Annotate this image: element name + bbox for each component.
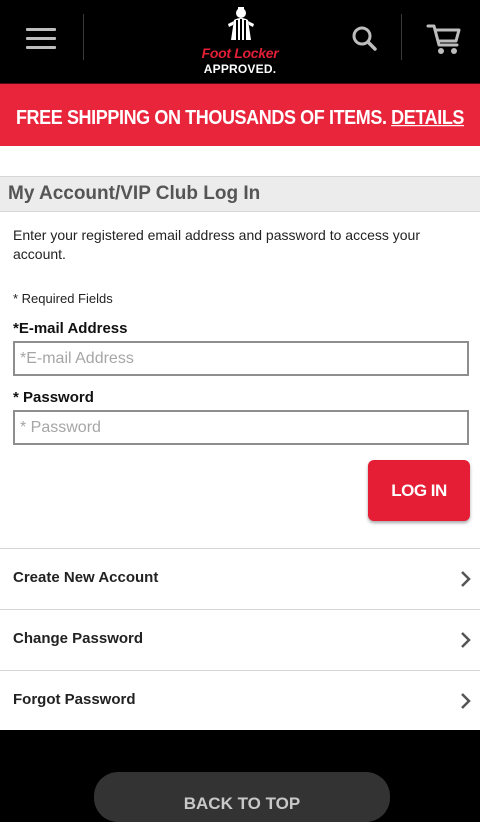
chevron-right-icon bbox=[461, 693, 471, 709]
back-to-top-button[interactable]: BACK TO TOP bbox=[94, 772, 390, 822]
logo-brand-text: Foot Locker bbox=[201, 45, 279, 61]
promo-details-link[interactable]: DETAILS bbox=[391, 106, 464, 129]
promo-text: FREE SHIPPING ON THOUSANDS OF ITEMS. bbox=[15, 105, 392, 129]
required-fields-note: * Required Fields bbox=[13, 291, 113, 306]
chevron-right-icon bbox=[461, 632, 471, 648]
password-field[interactable] bbox=[13, 410, 469, 445]
hamburger-menu-icon[interactable] bbox=[18, 18, 64, 58]
page-title: My Account/VIP Club Log In bbox=[0, 176, 480, 212]
top-header: Foot Locker APPROVED. bbox=[0, 0, 480, 88]
login-form: Enter your registered email address and … bbox=[0, 212, 480, 548]
email-field[interactable] bbox=[13, 341, 469, 376]
email-label: *E-mail Address bbox=[13, 320, 128, 337]
referee-mascot-icon bbox=[228, 7, 254, 40]
change-password-link[interactable]: Change Password bbox=[0, 609, 480, 670]
password-label: * Password bbox=[13, 389, 94, 406]
login-instructions: Enter your registered email address and … bbox=[13, 227, 420, 262]
forgot-password-link[interactable]: Forgot Password bbox=[0, 670, 480, 731]
link-label: Change Password bbox=[13, 630, 144, 647]
link-label: Forgot Password bbox=[13, 691, 136, 708]
account-links: Create New Account Change Password Forgo… bbox=[0, 548, 480, 731]
link-label: Create New Account bbox=[13, 569, 159, 586]
free-shipping-banner: FREE SHIPPING ON THOUSANDS OF ITEMS. DET… bbox=[0, 83, 480, 151]
create-new-account-link[interactable]: Create New Account bbox=[0, 548, 480, 609]
footer: BACK TO TOP bbox=[0, 730, 480, 822]
cart-icon[interactable] bbox=[424, 20, 464, 58]
header-divider bbox=[401, 14, 402, 60]
search-icon[interactable] bbox=[348, 22, 382, 56]
chevron-right-icon bbox=[461, 571, 471, 587]
foot-locker-logo[interactable]: Foot Locker APPROVED. bbox=[190, 6, 290, 80]
spacer bbox=[0, 146, 480, 176]
logo-tagline: APPROVED. bbox=[203, 62, 277, 76]
header-divider bbox=[83, 14, 84, 60]
login-button[interactable]: LOG IN bbox=[368, 460, 470, 521]
